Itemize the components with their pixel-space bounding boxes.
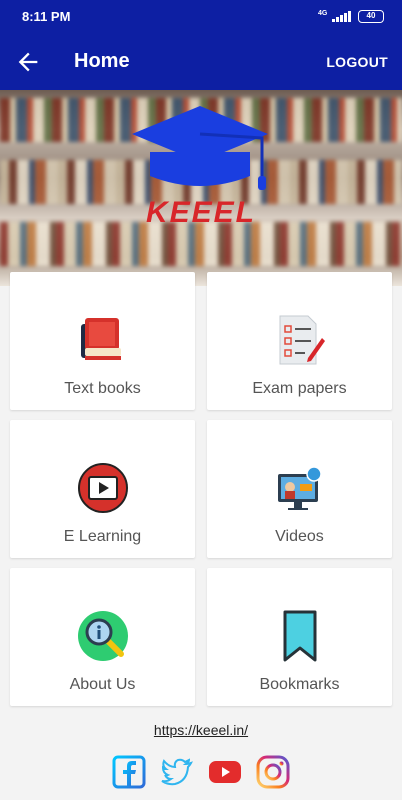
network-type: 4G: [318, 10, 328, 17]
menu-card-about-us[interactable]: About Us: [10, 568, 195, 706]
menu-card-videos[interactable]: Videos: [207, 420, 392, 558]
exam-papers-icon: [279, 315, 325, 365]
menu-card-exam-papers[interactable]: Exam papers: [207, 272, 392, 410]
youtube-icon[interactable]: [208, 755, 242, 789]
info-magnifier-icon: [78, 611, 128, 661]
svg-text:KEEEL: KEEEL: [146, 196, 256, 229]
app-bar: Home LOGOUT: [0, 34, 402, 90]
bookmark-icon: [283, 610, 317, 662]
signal-icon: [332, 11, 352, 22]
status-bar: 8:11 PM 4G 40: [0, 0, 402, 34]
facebook-icon[interactable]: [112, 755, 146, 789]
instagram-icon[interactable]: [256, 755, 290, 789]
header-banner: KEEEL: [0, 90, 402, 286]
menu-card-e-learning[interactable]: E Learning: [10, 420, 195, 558]
status-time: 8:11 PM: [22, 9, 71, 24]
books-icon: [81, 318, 121, 360]
twitter-icon[interactable]: [160, 755, 194, 789]
graduation-cap-logo: [132, 106, 268, 190]
menu-label: Exam papers: [252, 380, 347, 397]
video-lesson-icon: [278, 466, 322, 510]
play-icon: [78, 463, 128, 513]
menu-label: Videos: [275, 528, 324, 545]
website-link[interactable]: https://keeel.in/: [0, 722, 402, 738]
menu-label: About Us: [69, 676, 136, 693]
page-title: Home: [74, 50, 130, 72]
battery-icon: 40: [358, 10, 384, 23]
menu-card-bookmarks[interactable]: Bookmarks: [207, 568, 392, 706]
back-arrow-icon[interactable]: [14, 48, 42, 76]
keeel-wordmark: KEEEL: [146, 196, 256, 229]
menu-label: Text books: [64, 380, 141, 397]
logout-button[interactable]: LOGOUT: [326, 54, 388, 70]
menu-card-text-books[interactable]: Text books: [10, 272, 195, 410]
menu-label: E Learning: [63, 528, 142, 545]
menu-label: Bookmarks: [259, 676, 340, 693]
